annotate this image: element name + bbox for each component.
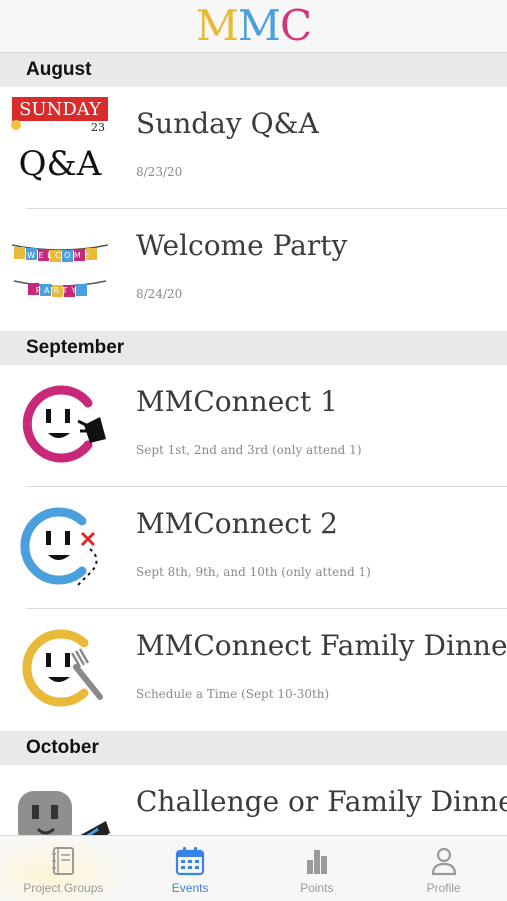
mmc-logo: MMC xyxy=(0,2,507,50)
outlet-gray-icon xyxy=(10,773,110,835)
tab-profile[interactable]: Profile xyxy=(380,836,507,901)
event-date: 8/24/20 xyxy=(136,287,183,301)
thumb-qa-text: Q&A xyxy=(19,144,102,184)
tab-label: Points xyxy=(300,881,334,895)
event-row-challenge-family-dinner[interactable]: Challenge or Family Dinner xyxy=(0,765,507,835)
section-header-august: August xyxy=(0,53,507,87)
sunday-qa-calendar-icon: SUNDAY 23 Q&A xyxy=(10,95,110,195)
logo-letter-c: C xyxy=(279,1,312,50)
event-row-welcome-party[interactable]: WELCOME PARTY Welcome Party 8/24/20 xyxy=(0,209,507,331)
tab-project-groups[interactable]: Project Groups xyxy=(0,836,127,901)
event-title: Sunday Q&A xyxy=(136,107,319,140)
tab-label: Project Groups xyxy=(23,881,104,895)
welcome-party-banner-icon: WELCOME PARTY xyxy=(10,217,110,317)
event-row-mmconnect-family-dinner[interactable]: MMConnect Family Dinner- Schedule a Time… xyxy=(0,609,507,731)
event-row-sunday-qa[interactable]: SUNDAY 23 Q&A Sunday Q&A 8/23/20 xyxy=(0,87,507,209)
event-title: Challenge or Family Dinner xyxy=(136,785,507,818)
event-title: MMConnect 2 xyxy=(136,507,338,540)
event-row-mmconnect-2[interactable]: MMConnect 2 Sept 8th, 9th, and 10th (onl… xyxy=(0,487,507,609)
outlet-fork-icon xyxy=(10,617,110,717)
notebook-icon xyxy=(52,847,75,875)
bar-chart-icon xyxy=(306,850,327,874)
app-header: MMC xyxy=(0,0,507,53)
outlet-map-icon xyxy=(10,495,110,595)
section-header-september: September xyxy=(0,331,507,365)
event-date: Sept 8th, 9th, and 10th (only attend 1) xyxy=(136,565,371,579)
thumb-welcome-text: WELCOME xyxy=(27,251,93,260)
tab-bar: Project Groups Events Points Profile xyxy=(0,835,507,901)
thumb-banner-text: SUNDAY xyxy=(19,99,102,120)
thumb-party-text: PARTY xyxy=(36,286,81,295)
events-list[interactable]: August SUNDAY 23 Q&A Sunday Q&A 8/23/20 xyxy=(0,53,507,835)
thumb-day-text: 23 xyxy=(91,121,105,134)
tab-label: Profile xyxy=(426,881,461,895)
tab-points[interactable]: Points xyxy=(254,836,381,901)
event-title: MMConnect 1 xyxy=(136,385,338,418)
logo-letter-m1: M xyxy=(195,1,239,50)
event-date: Schedule a Time (Sept 10-30th) xyxy=(136,687,330,701)
tab-events[interactable]: Events xyxy=(127,836,254,901)
event-date: 8/23/20 xyxy=(136,165,183,179)
outlet-plug-icon xyxy=(10,373,110,473)
person-icon xyxy=(431,847,456,876)
event-title: MMConnect Family Dinner- xyxy=(136,629,507,662)
section-header-october: October xyxy=(0,731,507,765)
event-row-mmconnect-1[interactable]: MMConnect 1 Sept 1st, 2nd and 3rd (only … xyxy=(0,365,507,487)
event-date: Sept 1st, 2nd and 3rd (only attend 1) xyxy=(136,443,362,457)
event-title: Welcome Party xyxy=(136,229,348,262)
logo-letter-m2: M xyxy=(237,1,281,50)
calendar-icon xyxy=(176,847,205,876)
tab-label: Events xyxy=(171,881,209,895)
